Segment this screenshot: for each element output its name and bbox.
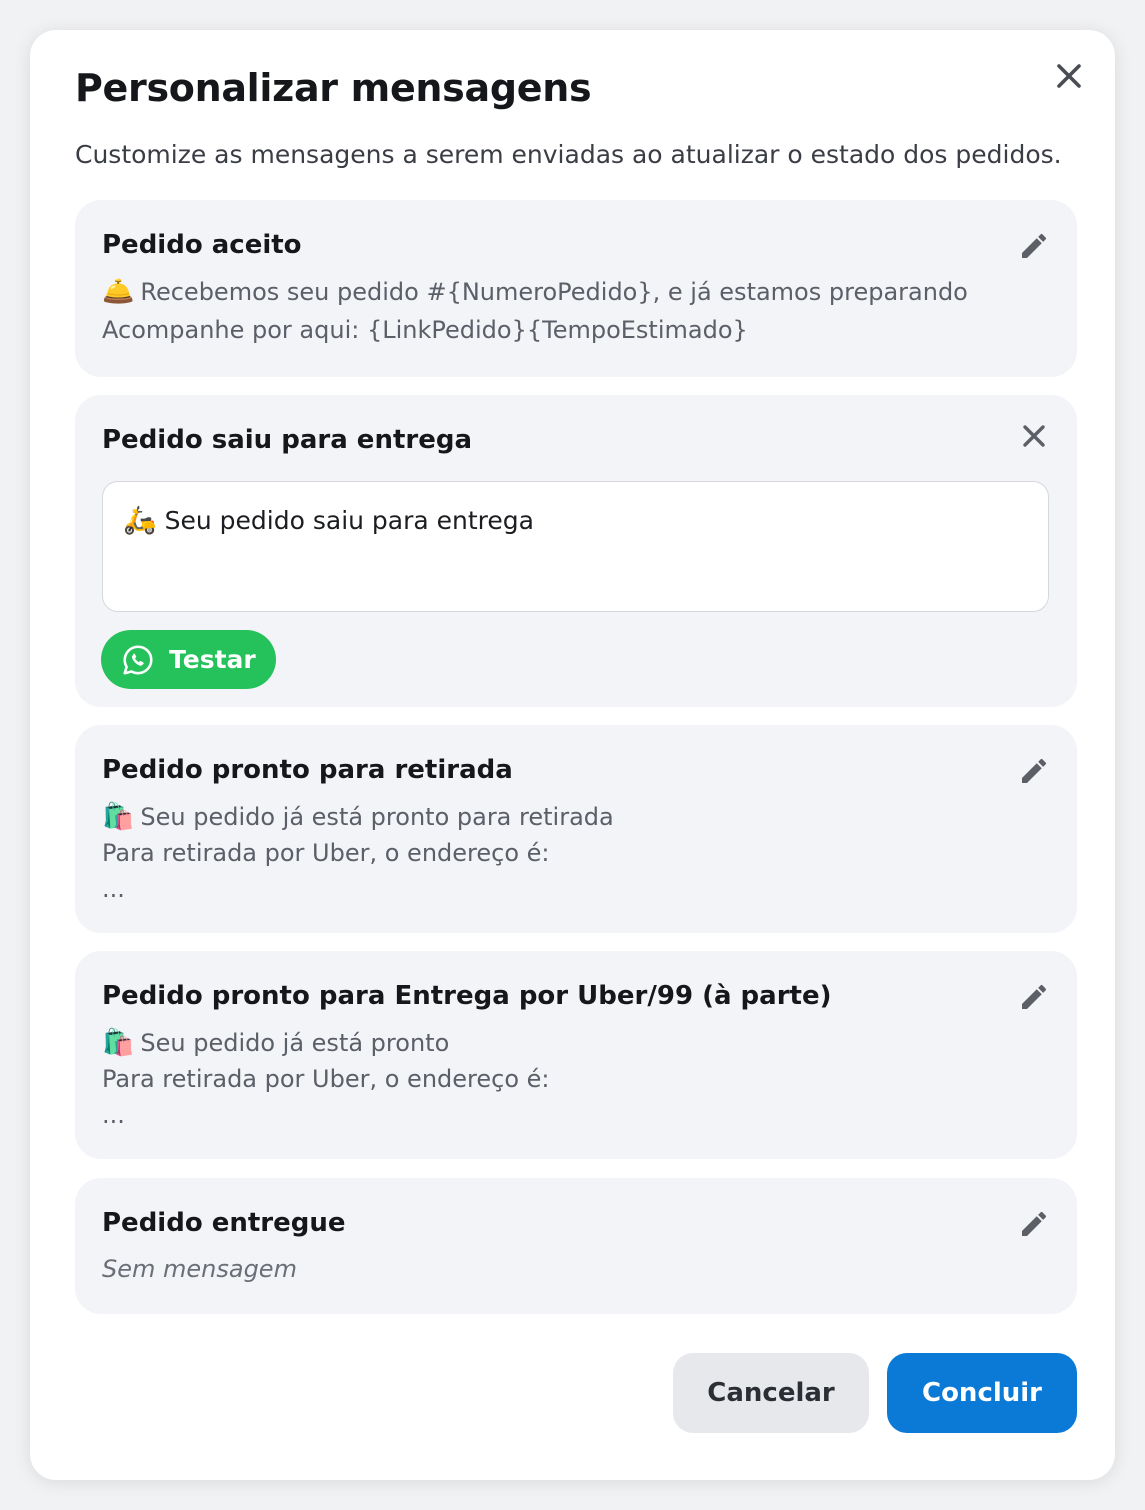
card-title: Pedido pronto para Entrega por Uber/99 (…: [102, 981, 832, 1011]
pencil-icon: [1022, 984, 1047, 1009]
card-title: Pedido entregue: [102, 1208, 346, 1238]
message-preview-line: 🛎️ Recebemos seu pedido #{NumeroPedido}, …: [102, 277, 968, 307]
message-card-pedido-entregue: Pedido entregue Sem mensagem: [75, 1178, 1077, 1314]
message-preview-line: Para retirada por Uber, o endereço é:: [102, 839, 550, 867]
message-text: Seu pedido saiu para entrega: [164, 506, 534, 535]
message-preview-line: Acompanhe por aqui: {LinkPedido}{TempoEs…: [102, 316, 748, 344]
message-preview-ellipsis: ...: [102, 1101, 125, 1129]
close-icon: [1023, 425, 1045, 447]
shopping-bags-emoji: 🛍️: [102, 802, 135, 832]
card-title: Pedido pronto para retirada: [102, 755, 513, 785]
message-textarea[interactable]: 🛵 Seu pedido saiu para entrega: [102, 481, 1049, 612]
modal-subtitle: Customize as mensagens a serem enviadas …: [75, 140, 1062, 169]
edit-button[interactable]: [1015, 1205, 1053, 1243]
edit-button[interactable]: [1015, 978, 1053, 1016]
message-preview-line: Para retirada por Uber, o endereço é:: [102, 1065, 550, 1093]
edit-button[interactable]: [1015, 227, 1053, 265]
whatsapp-icon: [123, 644, 153, 675]
card-title: Pedido saiu para entrega: [102, 425, 472, 455]
message-card-pedido-pronto-para-entrega-uber: Pedido pronto para Entrega por Uber/99 (…: [75, 951, 1077, 1159]
message-card-pedido-aceito: Pedido aceito 🛎️ Recebemos seu pedido #{N…: [75, 200, 1077, 377]
shopping-bags-emoji: 🛍️: [102, 1028, 135, 1058]
test-button-label: Testar: [169, 645, 256, 674]
confirm-button[interactable]: Concluir: [887, 1353, 1077, 1433]
pencil-icon: [1022, 758, 1047, 783]
message-preview-ellipsis: ...: [102, 875, 125, 903]
close-icon: [1057, 64, 1081, 88]
modal-title: Personalizar mensagens: [75, 66, 592, 110]
customize-messages-modal: Personalizar mensagens Customize as mens…: [30, 30, 1115, 1480]
scooter-emoji: 🛵: [123, 505, 157, 536]
pencil-icon: [1022, 1211, 1047, 1236]
cancel-button[interactable]: Cancelar: [673, 1353, 869, 1433]
message-preview-line: 🛍️ Seu pedido já está pronto: [102, 1028, 450, 1058]
pencil-icon: [1022, 233, 1047, 258]
test-whatsapp-button[interactable]: Testar: [101, 630, 276, 689]
message-card-pedido-saiu-para-entrega: Pedido saiu para entrega 🛵 Seu pedido sai…: [75, 395, 1077, 707]
edit-button[interactable]: [1015, 752, 1053, 790]
message-preview-line: 🛍️ Seu pedido já está pronto para retirad…: [102, 802, 614, 832]
bell-emoji: 🛎️: [102, 277, 135, 307]
card-title: Pedido aceito: [102, 230, 302, 260]
cancel-edit-button[interactable]: [1015, 417, 1053, 455]
no-message-text: Sem mensagem: [102, 1255, 297, 1283]
modal-close-button[interactable]: [1051, 58, 1087, 94]
message-card-pedido-pronto-para-retirada: Pedido pronto para retirada 🛍️ Seu pedido…: [75, 725, 1077, 933]
